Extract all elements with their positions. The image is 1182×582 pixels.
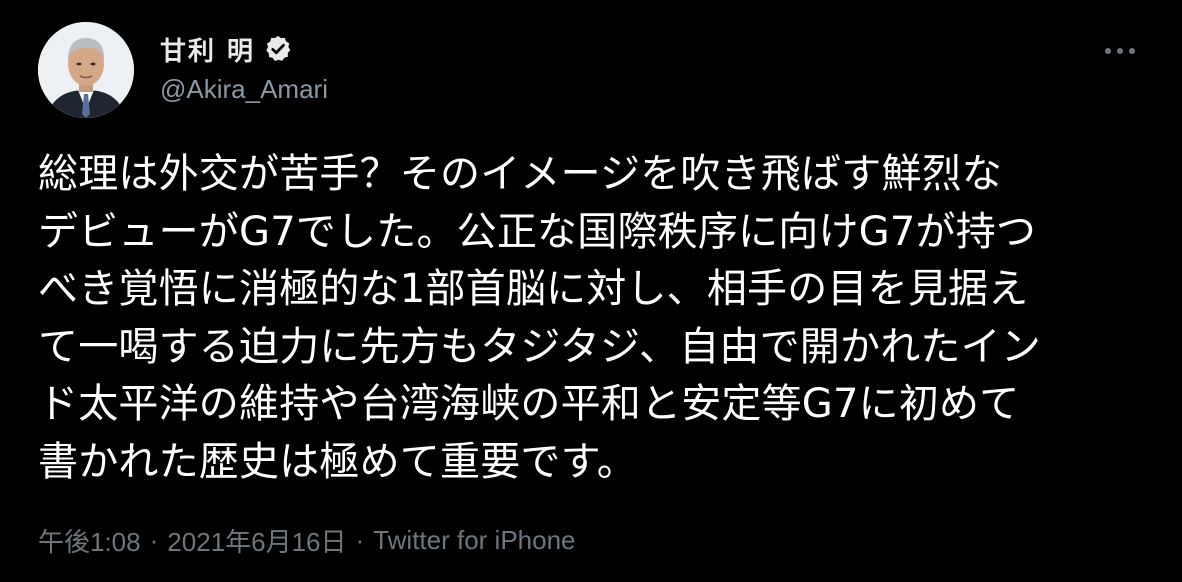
more-options-icon [1105, 48, 1135, 54]
meta-separator: · [149, 525, 159, 555]
display-name-row: 甘利 明 [160, 31, 328, 68]
tweet-time[interactable]: 午後1:08 [38, 522, 141, 559]
tweet-text-line: 総理は外交が苦手？そのイメージを吹き飛ばす鮮烈な [38, 151, 1002, 197]
tweet-card: 甘利 明 @Akira_Amari 総理は外交が苦手？そのイメージを吹き飛ばす鮮… [0, 0, 1182, 582]
tweet-source[interactable]: Twitter for iPhone [373, 525, 575, 556]
tweet-date[interactable]: 2021年6月16日 [167, 522, 346, 559]
tweet-header: 甘利 明 @Akira_Amari [38, 22, 1138, 118]
author-handle[interactable]: @Akira_Amari [160, 74, 328, 105]
author-display-name[interactable]: 甘利 明 [160, 31, 255, 68]
tweet-text-line: ド太平洋の維持や台湾海峡の平和と安定等G7に初めて [38, 381, 1020, 427]
tweet-text-line: デビューがG7でした。公正な国際秩序に向けG7が持つ [38, 208, 1037, 255]
tweet-text-line: 書かれた歴史は極めて重要です。 [38, 438, 637, 485]
tweet-meta: 午後1:08 · 2021年6月16日 · Twitter for iPhone [38, 522, 576, 559]
tweet-text: 総理は外交が苦手？そのイメージを吹き飛ばす鮮烈な デビューがG7でした。公正な国… [38, 146, 1168, 491]
author-avatar[interactable] [38, 22, 134, 118]
user-avatar-icon [38, 22, 134, 118]
more-options-button[interactable] [1102, 36, 1138, 66]
tweet-text-line: べき覚悟に消極的な1部首脳に対し、相手の目を見据え [38, 266, 1029, 312]
tweet-text-line: て一喝する迫力に先方もタジタジ、自由で開かれたイン [38, 323, 1041, 370]
meta-separator: · [355, 525, 365, 555]
verified-badge-icon [266, 35, 291, 61]
author-info: 甘利 明 @Akira_Amari [160, 32, 328, 105]
